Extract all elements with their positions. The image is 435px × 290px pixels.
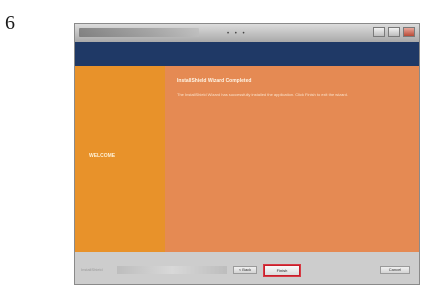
window-title <box>79 28 199 37</box>
header-banner <box>75 42 419 66</box>
wizard-side-panel: WELCOME <box>75 66 165 252</box>
installshield-brand: InstallShield <box>81 267 103 272</box>
finish-button[interactable]: Finish <box>264 265 300 276</box>
minimize-icon[interactable] <box>373 27 385 37</box>
wizard-button-bar: InstallShield < Back Finish Cancel <box>75 252 419 284</box>
wizard-content: InstallShield Wizard Completed The Insta… <box>165 66 419 252</box>
maximize-icon[interactable] <box>388 27 400 37</box>
back-button[interactable]: < Back <box>233 266 257 274</box>
close-icon[interactable] <box>403 27 415 37</box>
wizard-body-text: The InstallShield Wizard has successfull… <box>177 92 348 97</box>
wizard-heading: InstallShield Wizard Completed <box>177 78 252 84</box>
cancel-button[interactable]: Cancel <box>380 266 410 274</box>
side-panel-label: WELCOME <box>89 153 116 159</box>
window-titlebar: • • • <box>75 24 419 42</box>
installer-window: • • • WELCOME InstallShield Wizard Compl… <box>74 23 420 285</box>
titlebar-dots: • • • <box>227 31 247 37</box>
step-number: 6 <box>5 12 15 34</box>
window-controls <box>373 27 415 37</box>
footer-divider <box>117 266 227 274</box>
